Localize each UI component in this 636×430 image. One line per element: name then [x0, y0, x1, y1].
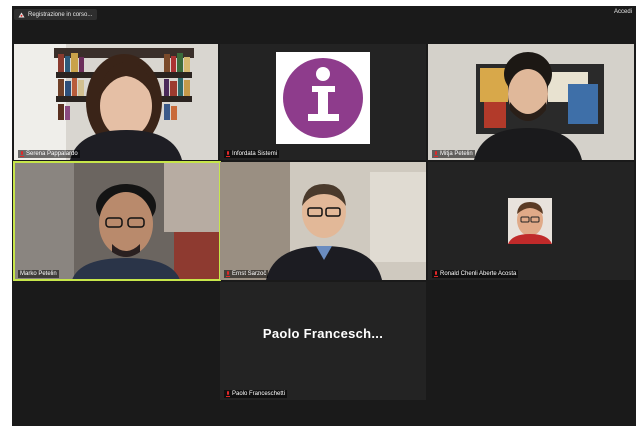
participant-label: Ernst Sarzoč [224, 270, 269, 278]
video-tile-marko[interactable]: Marko Petelin [13, 161, 221, 281]
participant-name: Paolo Franceschetti [232, 391, 286, 397]
participant-label: Infordata Sistemi [224, 150, 280, 158]
participant-video [220, 44, 426, 160]
participant-display-name: Paolo Francesch... [262, 326, 384, 341]
participant-label: Serena Pappalardo [18, 150, 80, 158]
participant-label: Ronald Chenli Aberte Acosta [432, 270, 519, 278]
muted-mic-icon [226, 151, 230, 157]
participant-name: Ronald Chenli Aberte Acosta [440, 271, 517, 277]
muted-mic-icon [434, 271, 438, 277]
recording-icon [18, 12, 25, 18]
participant-video [428, 162, 634, 280]
participant-name: Serena Pappalardo [26, 151, 78, 157]
participant-video [14, 44, 218, 160]
muted-mic-icon [434, 151, 438, 157]
participant-label: Mitja Petelin [432, 150, 475, 158]
sign-in-link[interactable]: Accedi [614, 9, 632, 15]
participant-label: Paolo Franceschetti [224, 390, 288, 398]
top-bar: Registrazione in corso... Accedi [12, 6, 636, 22]
meeting-window: Registrazione in corso... Accedi Serena … [12, 6, 636, 426]
video-tile-ronald[interactable]: Ronald Chenli Aberte Acosta [428, 162, 634, 280]
participant-video [428, 44, 634, 160]
participant-name: Marko Petelin [20, 271, 57, 277]
video-tile-mitja[interactable]: Mitja Petelin [428, 44, 634, 160]
video-tile-ernst[interactable]: Ernst Sarzoč [220, 162, 426, 280]
recording-indicator[interactable]: Registrazione in corso... [14, 9, 98, 20]
participant-video [14, 162, 220, 280]
recording-label: Registrazione in corso... [28, 11, 93, 18]
participant-name: Mitja Petelin [440, 151, 473, 157]
participant-name: Ernst Sarzoč [232, 271, 267, 277]
video-tile-infordata[interactable]: Infordata Sistemi [220, 44, 426, 160]
video-tile-paolo[interactable]: Paolo Francesch... Paolo Franceschetti [220, 282, 426, 400]
muted-mic-icon [20, 151, 24, 157]
muted-mic-icon [226, 271, 230, 277]
participant-name: Infordata Sistemi [232, 151, 278, 157]
avatar [508, 198, 552, 244]
participant-video [220, 162, 426, 280]
participant-label: Marko Petelin [18, 270, 59, 278]
video-tile-serena[interactable]: Serena Pappalardo [14, 44, 218, 160]
muted-mic-icon [226, 391, 230, 397]
